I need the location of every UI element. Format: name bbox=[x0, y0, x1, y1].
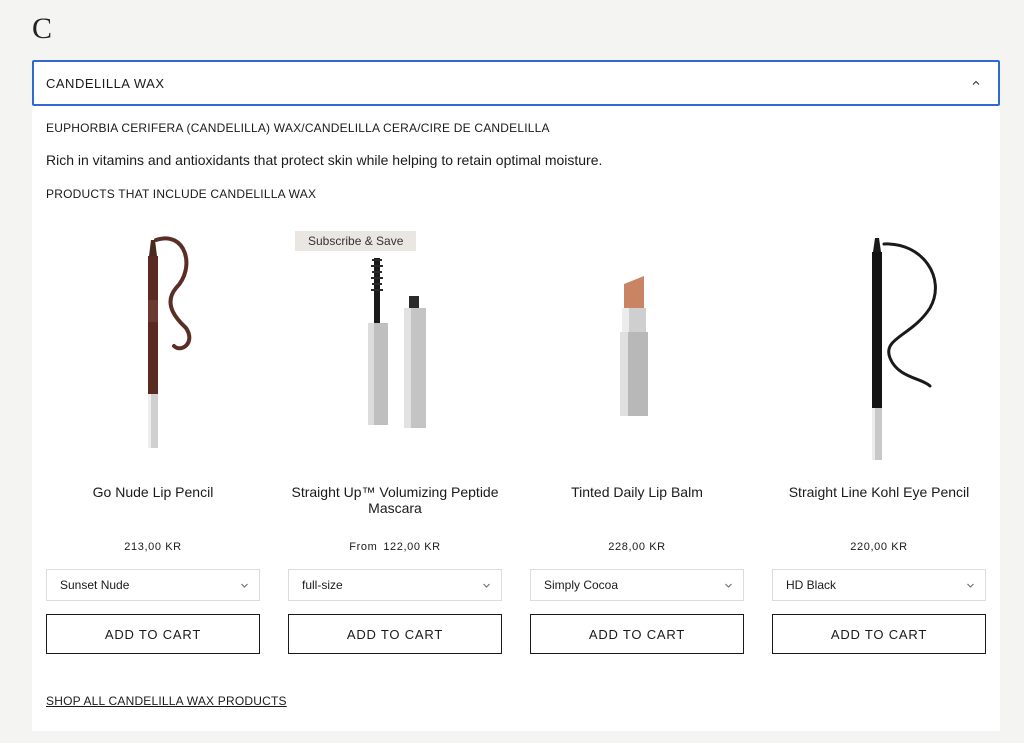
section-letter: C bbox=[32, 12, 53, 45]
variant-select[interactable]: Sunset Nude bbox=[46, 569, 260, 601]
product-name[interactable]: Tinted Daily Lip Balm bbox=[530, 484, 744, 500]
accordion-header[interactable]: CANDELILLA WAX bbox=[32, 60, 1000, 106]
accordion-title: CANDELILLA WAX bbox=[46, 75, 165, 91]
product-name[interactable]: Go Nude Lip Pencil bbox=[46, 484, 260, 500]
mascara-icon bbox=[368, 258, 426, 428]
variant-value: Simply Cocoa bbox=[544, 578, 619, 592]
add-to-cart-button[interactable]: ADD TO CART bbox=[530, 614, 744, 654]
product-price: From 122,00 KR bbox=[288, 541, 502, 553]
inci-name: EUPHORBIA CERIFERA (CANDELILLA) WAX/CAND… bbox=[46, 121, 550, 135]
chevron-down-icon bbox=[725, 583, 732, 588]
product-card: Straight Line Kohl Eye Pencil 220,00 KR … bbox=[772, 220, 986, 660]
ingredient-accordion: CANDELILLA WAX EUPHORBIA CERIFERA (CANDE… bbox=[32, 60, 1000, 731]
chevron-up-icon bbox=[972, 80, 980, 85]
products-heading: PRODUCTS THAT INCLUDE CANDELILLA WAX bbox=[46, 187, 317, 201]
add-to-cart-button[interactable]: ADD TO CART bbox=[288, 614, 502, 654]
product-price: 228,00 KR bbox=[530, 541, 744, 553]
price-prefix: From bbox=[349, 541, 378, 553]
add-to-cart-button[interactable]: ADD TO CART bbox=[772, 614, 986, 654]
product-image[interactable] bbox=[46, 228, 260, 468]
price-amount: 213,00 KR bbox=[124, 541, 182, 553]
product-name[interactable]: Straight Up™ Volumizing Peptide Mascara bbox=[288, 484, 502, 516]
product-image[interactable] bbox=[530, 228, 744, 468]
product-price: 220,00 KR bbox=[772, 541, 986, 553]
product-card: Subscribe & Save Straight Up™ Volumizing… bbox=[288, 220, 502, 660]
ingredient-description: Rich in vitamins and antioxidants that p… bbox=[46, 152, 603, 168]
product-card: Go Nude Lip Pencil 213,00 KR Sunset Nude… bbox=[46, 220, 260, 660]
variant-select[interactable]: full-size bbox=[288, 569, 502, 601]
product-grid: Go Nude Lip Pencil 213,00 KR Sunset Nude… bbox=[46, 220, 986, 660]
chevron-down-icon bbox=[483, 583, 490, 588]
product-card: Tinted Daily Lip Balm 228,00 KR Simply C… bbox=[530, 220, 744, 660]
add-to-cart-button[interactable]: ADD TO CART bbox=[46, 614, 260, 654]
lip-balm-icon bbox=[620, 276, 648, 416]
chevron-down-icon bbox=[967, 583, 974, 588]
eye-pencil-icon bbox=[872, 238, 937, 460]
variant-value: HD Black bbox=[786, 578, 837, 592]
shop-all-link[interactable]: SHOP ALL CANDELILLA WAX PRODUCTS bbox=[46, 694, 287, 708]
product-price: 213,00 KR bbox=[46, 541, 260, 553]
product-image[interactable]: Subscribe & Save bbox=[288, 228, 502, 468]
variant-value: full-size bbox=[302, 578, 343, 592]
product-image[interactable] bbox=[772, 228, 986, 468]
variant-value: Sunset Nude bbox=[60, 578, 130, 592]
lip-pencil-icon bbox=[148, 236, 192, 448]
product-name[interactable]: Straight Line Kohl Eye Pencil bbox=[772, 484, 986, 500]
chevron-down-icon bbox=[241, 583, 248, 588]
variant-select[interactable]: Simply Cocoa bbox=[530, 569, 744, 601]
price-amount: 122,00 KR bbox=[383, 541, 441, 553]
price-amount: 220,00 KR bbox=[850, 541, 908, 553]
variant-select[interactable]: HD Black bbox=[772, 569, 986, 601]
subscribe-badge: Subscribe & Save bbox=[295, 231, 417, 251]
price-amount: 228,00 KR bbox=[608, 541, 666, 553]
